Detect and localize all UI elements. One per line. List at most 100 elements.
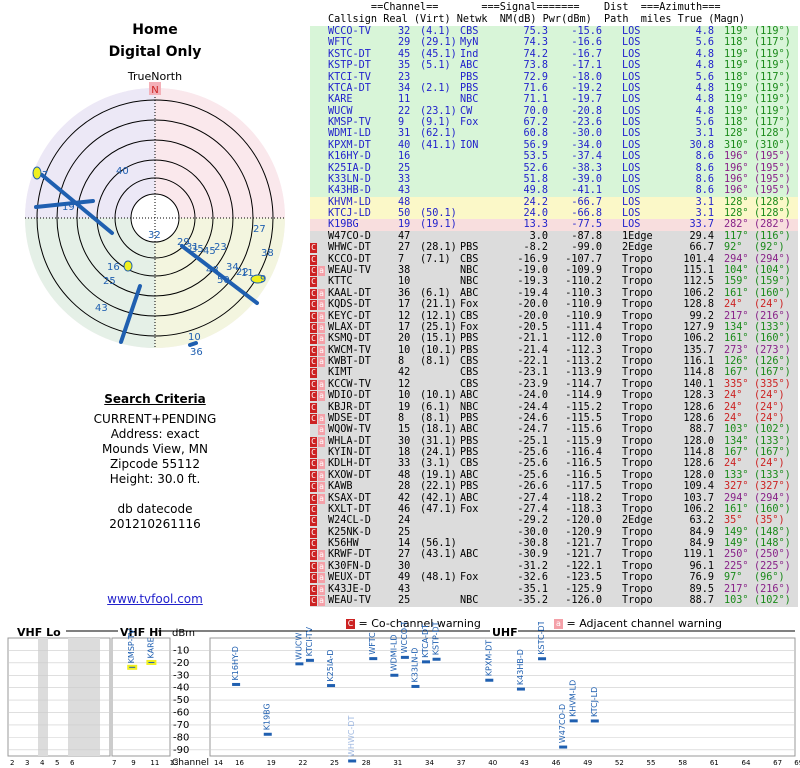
cell-azimuth-true: 282° xyxy=(724,219,749,231)
x-tick-label: 25 xyxy=(330,759,339,767)
cell-azimuth-true: 119° xyxy=(724,48,749,60)
spectrum-bar xyxy=(232,682,241,686)
spectrum-station-label: WUCW xyxy=(294,632,303,659)
cell-azimuth-true: 335° xyxy=(724,378,749,390)
cell-real-channel: 42 xyxy=(398,492,411,504)
cell-path: LOS xyxy=(622,162,641,174)
cell-distance: 4.8 xyxy=(695,94,714,106)
vhf-lo-label: VHF Lo xyxy=(17,626,61,639)
cell-distance: 119.1 xyxy=(683,549,714,561)
adjacent-channel-warning-icon: a xyxy=(318,459,325,470)
cell-path: Tropo xyxy=(622,424,653,436)
adjacent-channel-warning-icon: a xyxy=(318,584,325,595)
table-header-columns: Callsign Real (Virt) Netwk NM(dB) Pwr(dB… xyxy=(328,14,746,25)
cell-nm-db: 71.6 xyxy=(523,82,548,94)
table-row: KHVM-LD 48 24.2 -66.7 LOS 3.1 128° (128°) xyxy=(310,196,798,209)
cell-azimuth-true: 149° xyxy=(724,538,749,550)
cell-real-channel: 47 xyxy=(398,230,411,242)
co-channel-warning-icon: C xyxy=(310,516,317,527)
tvfool-link[interactable]: www.tvfool.com xyxy=(0,592,310,606)
y-tick-label: -10 xyxy=(173,645,189,656)
cell-azimuth-magnetic: (117°) xyxy=(754,37,791,49)
table-row: K33LN-D 33 51.8 -39.0 LOS 8.6 196° (195°) xyxy=(310,173,798,186)
cell-azimuth-magnetic: (24°) xyxy=(754,299,785,311)
cell-power-dbm: -125.9 xyxy=(565,583,602,595)
cell-nm-db: 53.5 xyxy=(523,151,548,163)
cell-nm-db: 74.3 xyxy=(523,37,548,49)
cell-real-channel: 29 xyxy=(398,37,411,49)
cell-distance: 5.6 xyxy=(695,71,714,83)
radar-channel-label: 32 xyxy=(148,230,161,241)
cell-distance: 128.0 xyxy=(683,469,714,481)
cell-power-dbm: -120.9 xyxy=(565,526,602,538)
x-tick-label: 28 xyxy=(362,759,371,767)
cell-network: Fox xyxy=(460,321,479,333)
cell-real-channel: 25 xyxy=(398,595,411,606)
cell-callsign: KTTC xyxy=(328,276,353,288)
cell-network: CBS xyxy=(460,367,479,379)
table-row: KIMT 42 CBS -23.1 -113.9 Tropo 114.8 167° (167°)… xyxy=(310,367,798,380)
cell-power-dbm: -121.7 xyxy=(565,538,602,550)
co-channel-warning-icon: C xyxy=(310,493,317,504)
co-channel-warning-icon: C xyxy=(310,436,317,447)
cell-real-channel: 38 xyxy=(398,264,411,276)
cell-power-dbm: -18.0 xyxy=(571,71,602,83)
cell-distance: 76.9 xyxy=(689,572,714,584)
x-tick-label: 22 xyxy=(298,759,307,767)
co-channel-warning-icon: C xyxy=(310,550,317,561)
table-row: KTCI-TV 23 PBS 72.9 -18.0 LOS 5.6 118° (117°) xyxy=(310,71,798,84)
spectrum-station-label: KPXM-DT xyxy=(484,640,493,677)
cell-azimuth-true: 128° xyxy=(724,128,749,140)
cell-distance: 112.5 xyxy=(683,276,714,288)
cell-power-dbm: -115.5 xyxy=(565,412,602,424)
x-tick-label: 67 xyxy=(773,759,782,767)
cell-nm-db: -16.9 xyxy=(517,253,548,265)
spectrum-station-label: WHWC-DT xyxy=(347,715,356,756)
cell-nm-db: -30.9 xyxy=(517,549,548,561)
criteria-heading: Search Criteria xyxy=(104,392,206,406)
cell-callsign: KAAL-DT xyxy=(328,287,371,299)
spectrum-bar xyxy=(305,658,314,662)
cell-power-dbm: -113.2 xyxy=(565,356,602,368)
cell-virtual-channel: (2.1) xyxy=(420,82,451,94)
x-tick-label: 46 xyxy=(552,759,561,767)
cell-callsign: KXOW-DT xyxy=(328,469,371,481)
cell-power-dbm: -87.8 xyxy=(571,230,602,242)
cell-nm-db: -19.0 xyxy=(517,264,548,276)
table-row: WEAU-TV 38 NBC -19.0 -109.9 Tropo 115.1 104° (10… xyxy=(310,264,798,277)
cell-azimuth-magnetic: (160°) xyxy=(754,333,791,345)
cell-azimuth-magnetic: (119°) xyxy=(754,48,791,60)
cell-real-channel: 9 xyxy=(398,117,405,129)
cell-azimuth-true: 294° xyxy=(724,492,749,504)
table-row: WLAX-DT 17 (25.1) Fox -20.5 -111.4 Tropo 127.9 1… xyxy=(310,321,798,334)
cell-path: Tropo xyxy=(622,572,653,584)
cell-nm-db: -24.4 xyxy=(517,401,548,413)
spectrum-station-label: KTCI-TV xyxy=(305,626,314,656)
adjacent-channel-warning-icon: a xyxy=(318,425,325,436)
cell-network: PBS xyxy=(460,82,479,94)
cell-distance: 30.8 xyxy=(689,139,714,151)
cell-distance: 4.8 xyxy=(695,26,714,37)
cell-network: ABC xyxy=(460,424,479,436)
cell-power-dbm: -116.4 xyxy=(565,447,602,459)
cell-power-dbm: -118.2 xyxy=(565,492,602,504)
left-panel: Home Digital Only TrueNorth N 7 19 40 32… xyxy=(0,0,310,615)
cell-azimuth-true: 159° xyxy=(724,276,749,288)
spectrum-bar xyxy=(263,732,272,736)
cell-path: LOS xyxy=(622,219,641,231)
cell-azimuth-true: 149° xyxy=(724,526,749,538)
cell-virtual-channel: (19.1) xyxy=(420,219,457,231)
table-row: KMSP-TV 9 (9.1) Fox 67.2 -23.6 LOS 5.6 118° (117°… xyxy=(310,117,798,130)
table-row: KSMQ-DT 20 (15.1) PBS -21.1 -112.0 Tropo 106.2 1… xyxy=(310,333,798,346)
cell-nm-db: -21.4 xyxy=(517,344,548,356)
cell-nm-db: 75.3 xyxy=(523,26,548,37)
table-row: KXOW-DT 48 (19.1) ABC -25.6 -116.5 Tropo 128.0 1… xyxy=(310,469,798,482)
co-channel-warning-icon: C xyxy=(310,391,317,402)
cell-azimuth-true: 118° xyxy=(724,71,749,83)
co-channel-warning-icon: C xyxy=(310,561,317,572)
cell-callsign: WHLA-DT xyxy=(328,435,371,447)
table-row: KAWB 28 (22.1) PBS -26.6 -117.5 Tropo 109.4 327°… xyxy=(310,481,798,494)
table-row: KSTC-DT 45 (45.1) Ind 74.2 -16.7 LOS 4.8 119° (11… xyxy=(310,48,798,61)
cell-azimuth-magnetic: (35°) xyxy=(754,515,785,527)
cell-power-dbm: -109.9 xyxy=(565,264,602,276)
